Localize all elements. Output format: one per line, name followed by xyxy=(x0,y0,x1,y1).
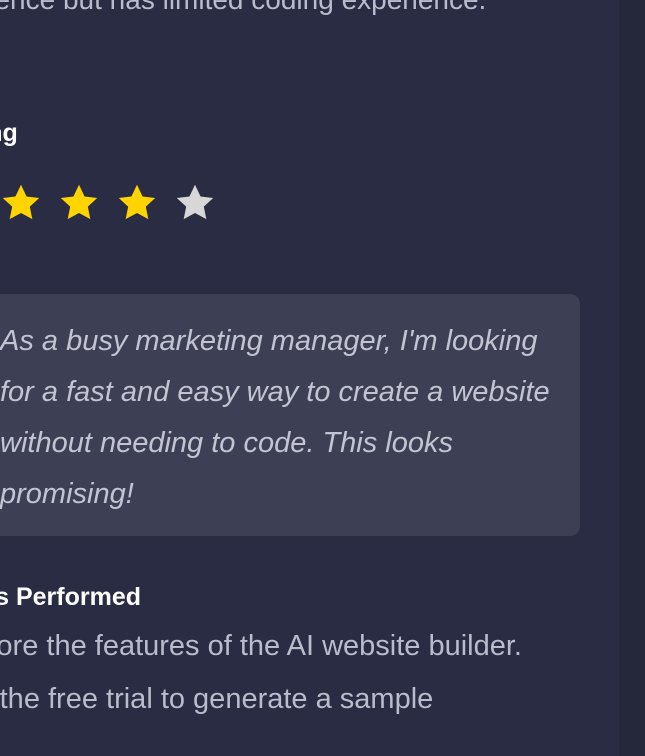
tasks-list: Explore the features of the AI website b… xyxy=(0,620,620,726)
persona-quote: As a busy marketing manager, I'm looking… xyxy=(0,325,550,510)
tasks-title: Tasks Performed xyxy=(0,583,142,611)
star-icon xyxy=(176,184,214,220)
right-scroll-area xyxy=(619,0,645,756)
task-item: Use the free trial to generate a sample xyxy=(0,683,434,715)
rating-stars xyxy=(0,180,218,226)
persona-quote-box: As a busy marketing manager, I'm looking… xyxy=(0,294,580,536)
star-icon xyxy=(2,184,40,220)
persona-card: presence but has limited coding experien… xyxy=(0,0,619,756)
star-icon xyxy=(118,184,156,220)
persona-viewport: presence but has limited coding experien… xyxy=(0,0,645,756)
task-item: Explore the features of the AI website b… xyxy=(0,630,522,662)
background-description: presence but has limited coding experien… xyxy=(0,0,520,20)
rating-title: Rating xyxy=(0,119,18,147)
star-icon xyxy=(60,184,98,220)
